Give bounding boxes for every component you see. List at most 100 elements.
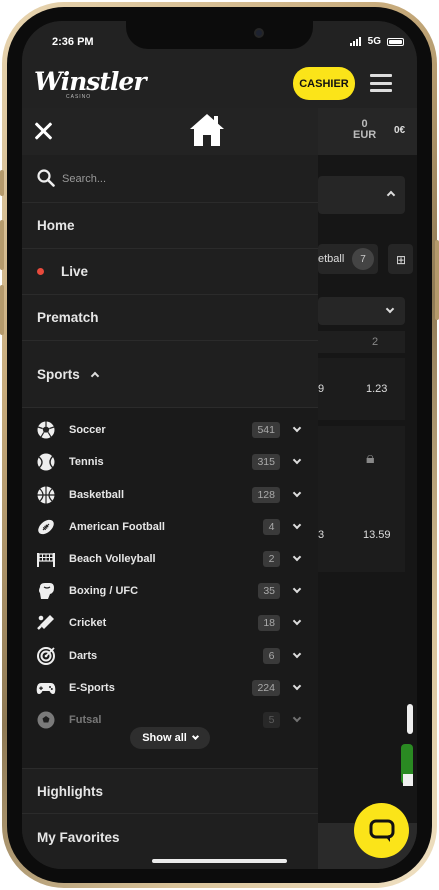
chat-bubble-icon bbox=[369, 819, 394, 842]
chevron-down-icon[interactable] bbox=[292, 552, 302, 562]
balance-currency: EUR bbox=[353, 129, 377, 141]
sport-name: American Football bbox=[69, 521, 165, 533]
live-chat-button[interactable] bbox=[354, 803, 409, 858]
status-time: 2:36 PM bbox=[52, 36, 94, 48]
chevron-down-icon[interactable] bbox=[292, 616, 302, 626]
odds-value[interactable]: 9 bbox=[318, 383, 324, 395]
nav-highlights-label: Highlights bbox=[37, 783, 103, 799]
nav-prematch-label: Prematch bbox=[37, 310, 99, 325]
promo-figure-image bbox=[401, 704, 413, 789]
chevron-down-icon[interactable] bbox=[292, 423, 302, 433]
nav-live[interactable]: Live bbox=[22, 249, 318, 295]
sport-name: Cricket bbox=[69, 617, 107, 629]
side-menu-drawer: Home Live Prematch Sports Futsal 5 E-Sport… bbox=[22, 108, 318, 869]
sport-tab-volleyball[interactable]: ⊞ bbox=[388, 244, 413, 274]
soccer-ball-icon bbox=[36, 420, 56, 440]
chevron-down-icon bbox=[191, 732, 199, 741]
nav-sports[interactable]: Sports bbox=[22, 342, 318, 408]
volume-up-button bbox=[0, 220, 4, 270]
sport-count-badge: 2 bbox=[263, 551, 280, 567]
odds-row: 9 1.23 bbox=[318, 358, 405, 420]
hamburger-menu-icon[interactable] bbox=[370, 74, 392, 92]
nav-home-label: Home bbox=[37, 218, 75, 233]
sport-count-badge: 224 bbox=[252, 680, 280, 696]
chevron-down-icon[interactable] bbox=[292, 649, 302, 659]
nav-sports-label: Sports bbox=[37, 367, 80, 382]
sport-tab-label: etball bbox=[318, 253, 345, 265]
sport-name: Soccer bbox=[69, 424, 106, 436]
search-icon bbox=[37, 169, 55, 187]
power-button bbox=[435, 240, 439, 320]
bonus-balance: 0€ bbox=[394, 125, 406, 136]
odds-value[interactable]: 13.59 bbox=[363, 529, 391, 541]
chevron-down-icon[interactable] bbox=[292, 455, 302, 465]
dartboard-icon bbox=[36, 646, 56, 666]
volleyball-net-icon bbox=[36, 549, 56, 569]
logo-subtitle: CASINO bbox=[66, 94, 92, 100]
sport-count-badge: 315 bbox=[252, 454, 280, 470]
sport-item-darts[interactable]: Darts 6 bbox=[22, 640, 318, 672]
sport-count-badge: 35 bbox=[258, 583, 280, 599]
odds-row: 🔒︎ 3 13.59 bbox=[318, 426, 405, 572]
home-indicator bbox=[152, 859, 287, 863]
sport-count-badge: 541 bbox=[252, 422, 280, 438]
battery-icon bbox=[387, 38, 404, 46]
chevron-down-icon[interactable] bbox=[292, 584, 302, 594]
drawer-top-bar bbox=[22, 108, 318, 155]
lock-icon: 🔒︎ bbox=[366, 450, 375, 467]
show-all-label: Show all bbox=[142, 732, 187, 744]
sport-item-basketball[interactable]: Basketball 128 bbox=[22, 479, 318, 511]
winstler-logo[interactable]: Winstler bbox=[34, 67, 147, 96]
nav-live-label: Live bbox=[61, 264, 89, 279]
sport-name: E-Sports bbox=[69, 682, 115, 694]
sport-item-soccer[interactable]: Soccer 541 bbox=[22, 414, 318, 446]
sport-name: Beach Volleyball bbox=[69, 553, 156, 565]
futsal-ball-icon bbox=[36, 710, 56, 730]
live-dot-icon bbox=[37, 268, 44, 275]
chevron-down-icon[interactable] bbox=[292, 681, 302, 691]
odds-value[interactable]: 1.23 bbox=[366, 383, 387, 395]
chevron-up-icon bbox=[90, 371, 100, 381]
sport-count-badge: 6 bbox=[263, 648, 280, 664]
nav-prematch[interactable]: Prematch bbox=[22, 295, 318, 341]
chevron-down-icon[interactable] bbox=[292, 520, 302, 530]
sport-name: Boxing / UFC bbox=[69, 585, 139, 597]
sport-item-e-sports[interactable]: E-Sports 224 bbox=[22, 672, 318, 704]
american-football-icon bbox=[36, 517, 56, 537]
search-bar bbox=[22, 155, 318, 203]
nav-home[interactable]: Home bbox=[22, 203, 318, 249]
sport-item-beach-volleyball[interactable]: Beach Volleyball 2 bbox=[22, 543, 318, 575]
close-icon[interactable] bbox=[33, 121, 53, 141]
search-input[interactable] bbox=[62, 169, 292, 189]
sport-name: Tennis bbox=[69, 456, 104, 468]
show-all-button[interactable]: Show all bbox=[130, 727, 210, 749]
chevron-down-icon bbox=[385, 304, 395, 314]
sport-count-badge: 18 bbox=[258, 615, 280, 631]
sport-count-badge: 128 bbox=[252, 487, 280, 503]
boxing-glove-icon bbox=[36, 581, 56, 601]
app-header: Winstler CASINO CASHIER bbox=[22, 67, 417, 108]
nav-highlights[interactable]: Highlights bbox=[22, 768, 318, 814]
sport-tab-count: 7 bbox=[352, 248, 374, 270]
sport-name: Basketball bbox=[69, 489, 125, 501]
sport-item-cricket[interactable]: Cricket 18 bbox=[22, 607, 318, 639]
sport-item-tennis[interactable]: Tennis 315 bbox=[22, 446, 318, 478]
cricket-bat-icon bbox=[36, 613, 56, 633]
chevron-down-icon[interactable] bbox=[292, 488, 302, 498]
volleyball-net-icon: ⊞ bbox=[396, 253, 407, 267]
cashier-button[interactable]: CASHIER bbox=[293, 67, 355, 100]
sport-tab-basketball[interactable]: etball 7 bbox=[318, 244, 378, 274]
balance-display[interactable]: 0 EUR bbox=[353, 119, 376, 141]
status-bar: 2:36 PM 5G bbox=[22, 21, 417, 67]
sport-name: Futsal bbox=[69, 714, 102, 726]
collapse-panel[interactable] bbox=[318, 176, 405, 214]
sport-item-boxing-ufc[interactable]: Boxing / UFC 35 bbox=[22, 575, 318, 607]
sport-item-american-football[interactable]: American Football 4 bbox=[22, 511, 318, 543]
market-select[interactable] bbox=[318, 297, 405, 325]
front-camera bbox=[254, 28, 264, 38]
odds-value[interactable]: 3 bbox=[318, 529, 324, 541]
home-icon[interactable] bbox=[189, 113, 225, 147]
chevron-down-icon[interactable] bbox=[292, 713, 302, 723]
sports-list: Futsal 5 E-Sports 224 Darts 6 Cricket 18 Boxing … bbox=[22, 408, 318, 768]
nav-favorites[interactable]: My Favorites bbox=[22, 814, 318, 860]
